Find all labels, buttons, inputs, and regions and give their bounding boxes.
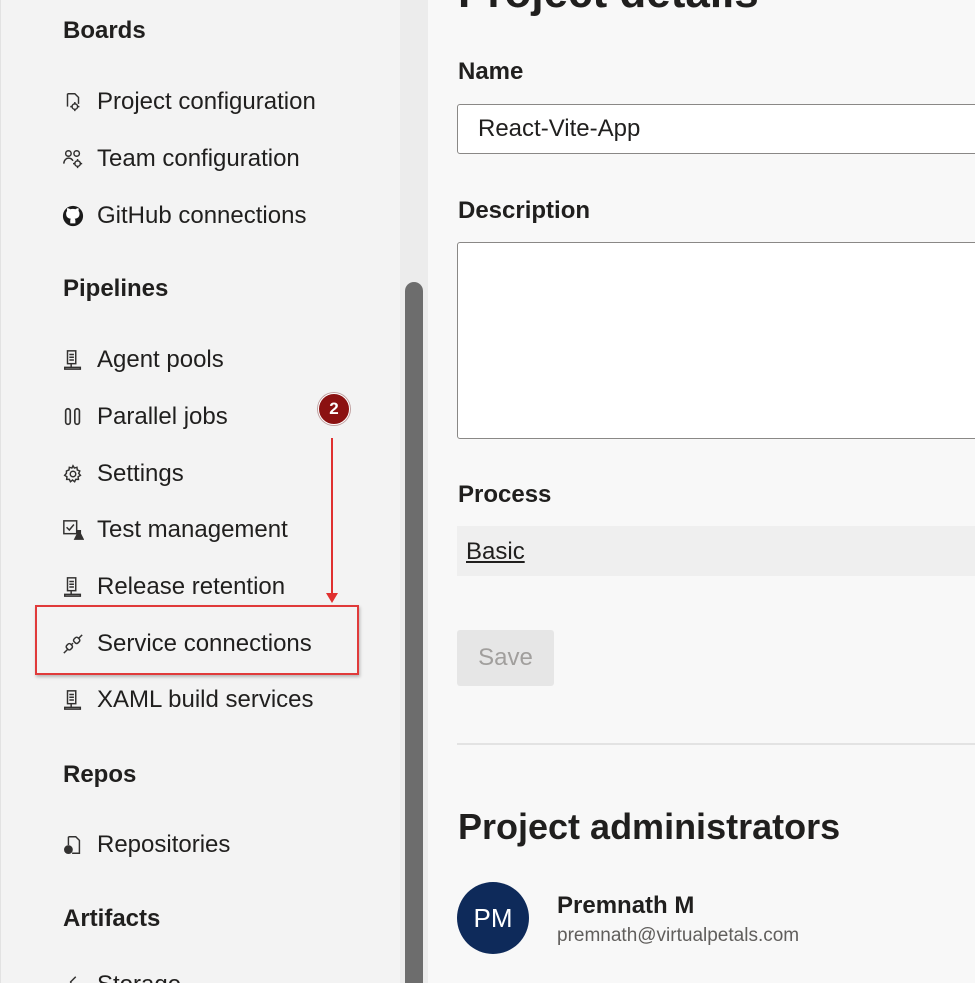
team-config-icon: [61, 147, 85, 171]
sidebar-item-agent-pools[interactable]: Agent pools: [61, 340, 224, 380]
sidebar-item-xaml-build-services[interactable]: XAML build services: [61, 680, 314, 720]
description-label: Description: [458, 197, 591, 224]
sidebar-item-release-retention[interactable]: Release retention: [61, 567, 285, 607]
project-config-icon: [61, 90, 85, 114]
admin-name: Premnath M: [557, 892, 695, 919]
section-heading-boards: Boards: [63, 17, 146, 44]
release-retention-icon: [61, 575, 85, 599]
parallel-jobs-icon: [61, 405, 85, 429]
process-label: Process: [458, 481, 552, 508]
repositories-icon: [61, 833, 85, 857]
storage-icon: [61, 973, 85, 983]
sidebar-item-label: Settings: [97, 460, 184, 487]
sidebar-item-team-configuration[interactable]: Team configuration: [61, 139, 300, 179]
process-link[interactable]: Basic: [466, 538, 525, 566]
sidebar-item-github-connections[interactable]: GitHub connections: [61, 196, 306, 236]
sidebar-item-label: Test management: [97, 516, 288, 543]
sidebar-item-label: Repositories: [97, 831, 231, 858]
admin-email: premnath@virtualpetals.com: [557, 925, 800, 946]
sidebar-item-storage[interactable]: Storage: [61, 965, 181, 983]
project-name-input[interactable]: [457, 104, 975, 154]
sidebar-item-label: GitHub connections: [97, 202, 307, 229]
process-row: Basic: [457, 526, 975, 576]
sidebar-item-label: Release retention: [97, 573, 286, 600]
annotation-highlight-box: [35, 605, 359, 675]
sidebar-item-label: Team configuration: [97, 145, 300, 172]
project-administrators-heading: Project administrators: [458, 806, 841, 847]
avatar[interactable]: PM: [457, 882, 529, 954]
sidebar-item-label: XAML build services: [97, 686, 314, 713]
sidebar-item-label: Project configuration: [97, 88, 316, 115]
agent-pools-icon: [61, 348, 85, 372]
sidebar-item-test-management[interactable]: Test management: [61, 510, 288, 550]
sidebar-item-parallel-jobs[interactable]: Parallel jobs: [61, 397, 228, 437]
annotation-arrow-head: [326, 593, 338, 603]
save-button[interactable]: Save: [457, 630, 554, 686]
sidebar-scrollbar-thumb[interactable]: [405, 282, 423, 983]
section-divider: [457, 743, 975, 745]
sidebar-item-label: Parallel jobs: [97, 403, 228, 430]
sidebar-item-label: Agent pools: [97, 346, 224, 373]
xaml-build-icon: [61, 688, 85, 712]
sidebar-item-settings[interactable]: Settings: [61, 454, 184, 494]
section-heading-repos: Repos: [63, 761, 137, 788]
github-icon: [61, 204, 85, 228]
section-heading-pipelines: Pipelines: [63, 275, 169, 302]
annotation-arrow-line: [331, 438, 333, 598]
project-details-panel: Project details Name Description Process…: [428, 0, 975, 983]
sidebar-item-project-configuration[interactable]: Project configuration: [61, 82, 316, 122]
test-management-icon: [61, 518, 85, 542]
section-heading-artifacts: Artifacts: [63, 905, 161, 932]
project-settings-page: Boards Project configuration Team config…: [0, 0, 975, 983]
sidebar-item-repositories[interactable]: Repositories: [61, 825, 230, 865]
sidebar-item-label: Storage: [97, 971, 181, 983]
step-number-badge: 2: [318, 393, 350, 425]
description-textarea[interactable]: [457, 242, 975, 439]
page-title: Project details: [458, 0, 759, 18]
gear-icon: [61, 462, 85, 486]
settings-sidebar: Boards Project configuration Team config…: [0, 0, 401, 983]
name-label: Name: [458, 58, 524, 85]
